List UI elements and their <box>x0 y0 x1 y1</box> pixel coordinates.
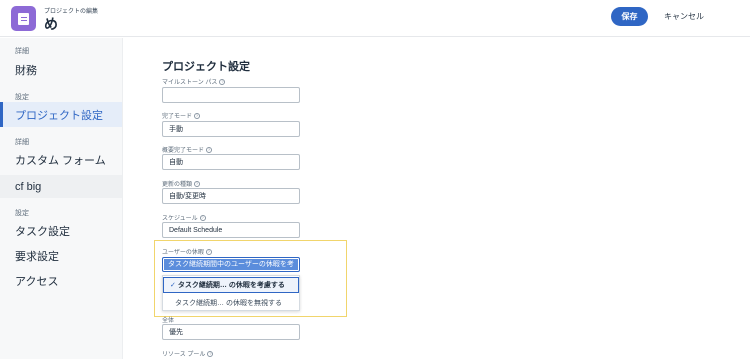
update-type-select[interactable]: 自動/変更時 <box>162 188 300 204</box>
sidebar-item-cf-big[interactable]: cf big <box>0 175 122 198</box>
document-icon <box>11 6 36 31</box>
field-label-update-type: 更新の種類? <box>162 179 201 188</box>
help-icon[interactable]: ? <box>194 112 201 119</box>
cancel-button[interactable]: キャンセル <box>664 7 704 26</box>
completion-mode-select[interactable]: 手動 <box>162 121 300 137</box>
sidebar-category: 設定 <box>15 94 29 101</box>
selected-value: タスク継続期間中のユーザーの休暇を考 <box>164 259 298 270</box>
field-label-summary-completion-mode: 概要完了モード? <box>162 145 213 154</box>
section-title: プロジェクト設定 <box>162 61 250 73</box>
help-icon[interactable]: ? <box>219 78 226 85</box>
sidebar: 詳細 財務 設定 プロジェクト設定 詳細 カスタム フォーム cf big 設定… <box>0 38 123 359</box>
label-text: 更新の種類 <box>162 182 193 188</box>
sidebar-category: 詳細 <box>15 139 29 146</box>
label-text: 全体 <box>162 318 175 324</box>
help-icon[interactable]: ? <box>194 180 201 187</box>
sidebar-item-task-settings[interactable]: タスク設定 <box>0 221 122 241</box>
option-label: タスク継続期… の休暇を考慮する <box>177 282 285 289</box>
sidebar-item-access[interactable]: アクセス <box>0 271 122 291</box>
field-label-user-time-off: ユーザーの休暇? <box>162 247 212 256</box>
dropdown-option-ignore[interactable]: タスク継続期… の休暇を無視する <box>163 295 299 311</box>
dropdown-menu: ✓ タスク継続期… の休暇を考慮する タスク継続期… の休暇を無視する <box>162 275 300 311</box>
summary-completion-mode-select[interactable]: 自動 <box>162 154 300 170</box>
save-button[interactable]: 保存 <box>611 7 648 26</box>
sidebar-item-project-settings[interactable]: プロジェクト設定 <box>0 102 122 127</box>
overall-select[interactable]: 優先 <box>162 324 300 340</box>
label-text: 完了モード <box>162 114 193 120</box>
schedule-select[interactable]: Default Schedule <box>162 222 300 238</box>
sidebar-item-finance[interactable]: 財務 <box>0 60 122 80</box>
sidebar-category: 詳細 <box>15 48 29 55</box>
dropdown-option-consider[interactable]: ✓ タスク継続期… の休暇を考慮する <box>163 277 299 293</box>
header: プロジェクトの編集 め 保存 キャンセル <box>0 0 750 37</box>
field-label-milestone-path: マイルストーン パス? <box>162 77 226 86</box>
user-time-off-select[interactable]: タスク継続期間中のユーザーの休暇を考 <box>162 257 300 272</box>
field-label-resource-pool: リソース プール? <box>162 349 214 358</box>
milestone-path-input[interactable] <box>162 87 300 103</box>
field-label-overall: 全体 <box>162 315 174 324</box>
help-icon[interactable]: ? <box>206 146 213 153</box>
label-text: 概要完了モード <box>162 148 205 154</box>
page-title: め <box>44 16 58 32</box>
field-label-completion-mode: 完了モード? <box>162 111 201 120</box>
label-text: リソース プール <box>162 352 206 358</box>
label-text: マイルストーン パス <box>162 80 218 86</box>
help-icon[interactable]: ? <box>199 214 206 221</box>
help-icon[interactable]: ? <box>207 350 214 357</box>
label-text: スケジュール <box>162 216 198 222</box>
sidebar-item-request-settings[interactable]: 要求設定 <box>0 246 122 266</box>
help-icon[interactable]: ? <box>205 248 212 255</box>
field-label-schedule: スケジュール? <box>162 213 206 222</box>
sidebar-category: 設定 <box>15 210 29 217</box>
label-text: ユーザーの休暇 <box>162 250 204 256</box>
sidebar-item-custom-form[interactable]: カスタム フォーム <box>0 150 122 170</box>
check-icon: ✓ <box>170 282 176 289</box>
